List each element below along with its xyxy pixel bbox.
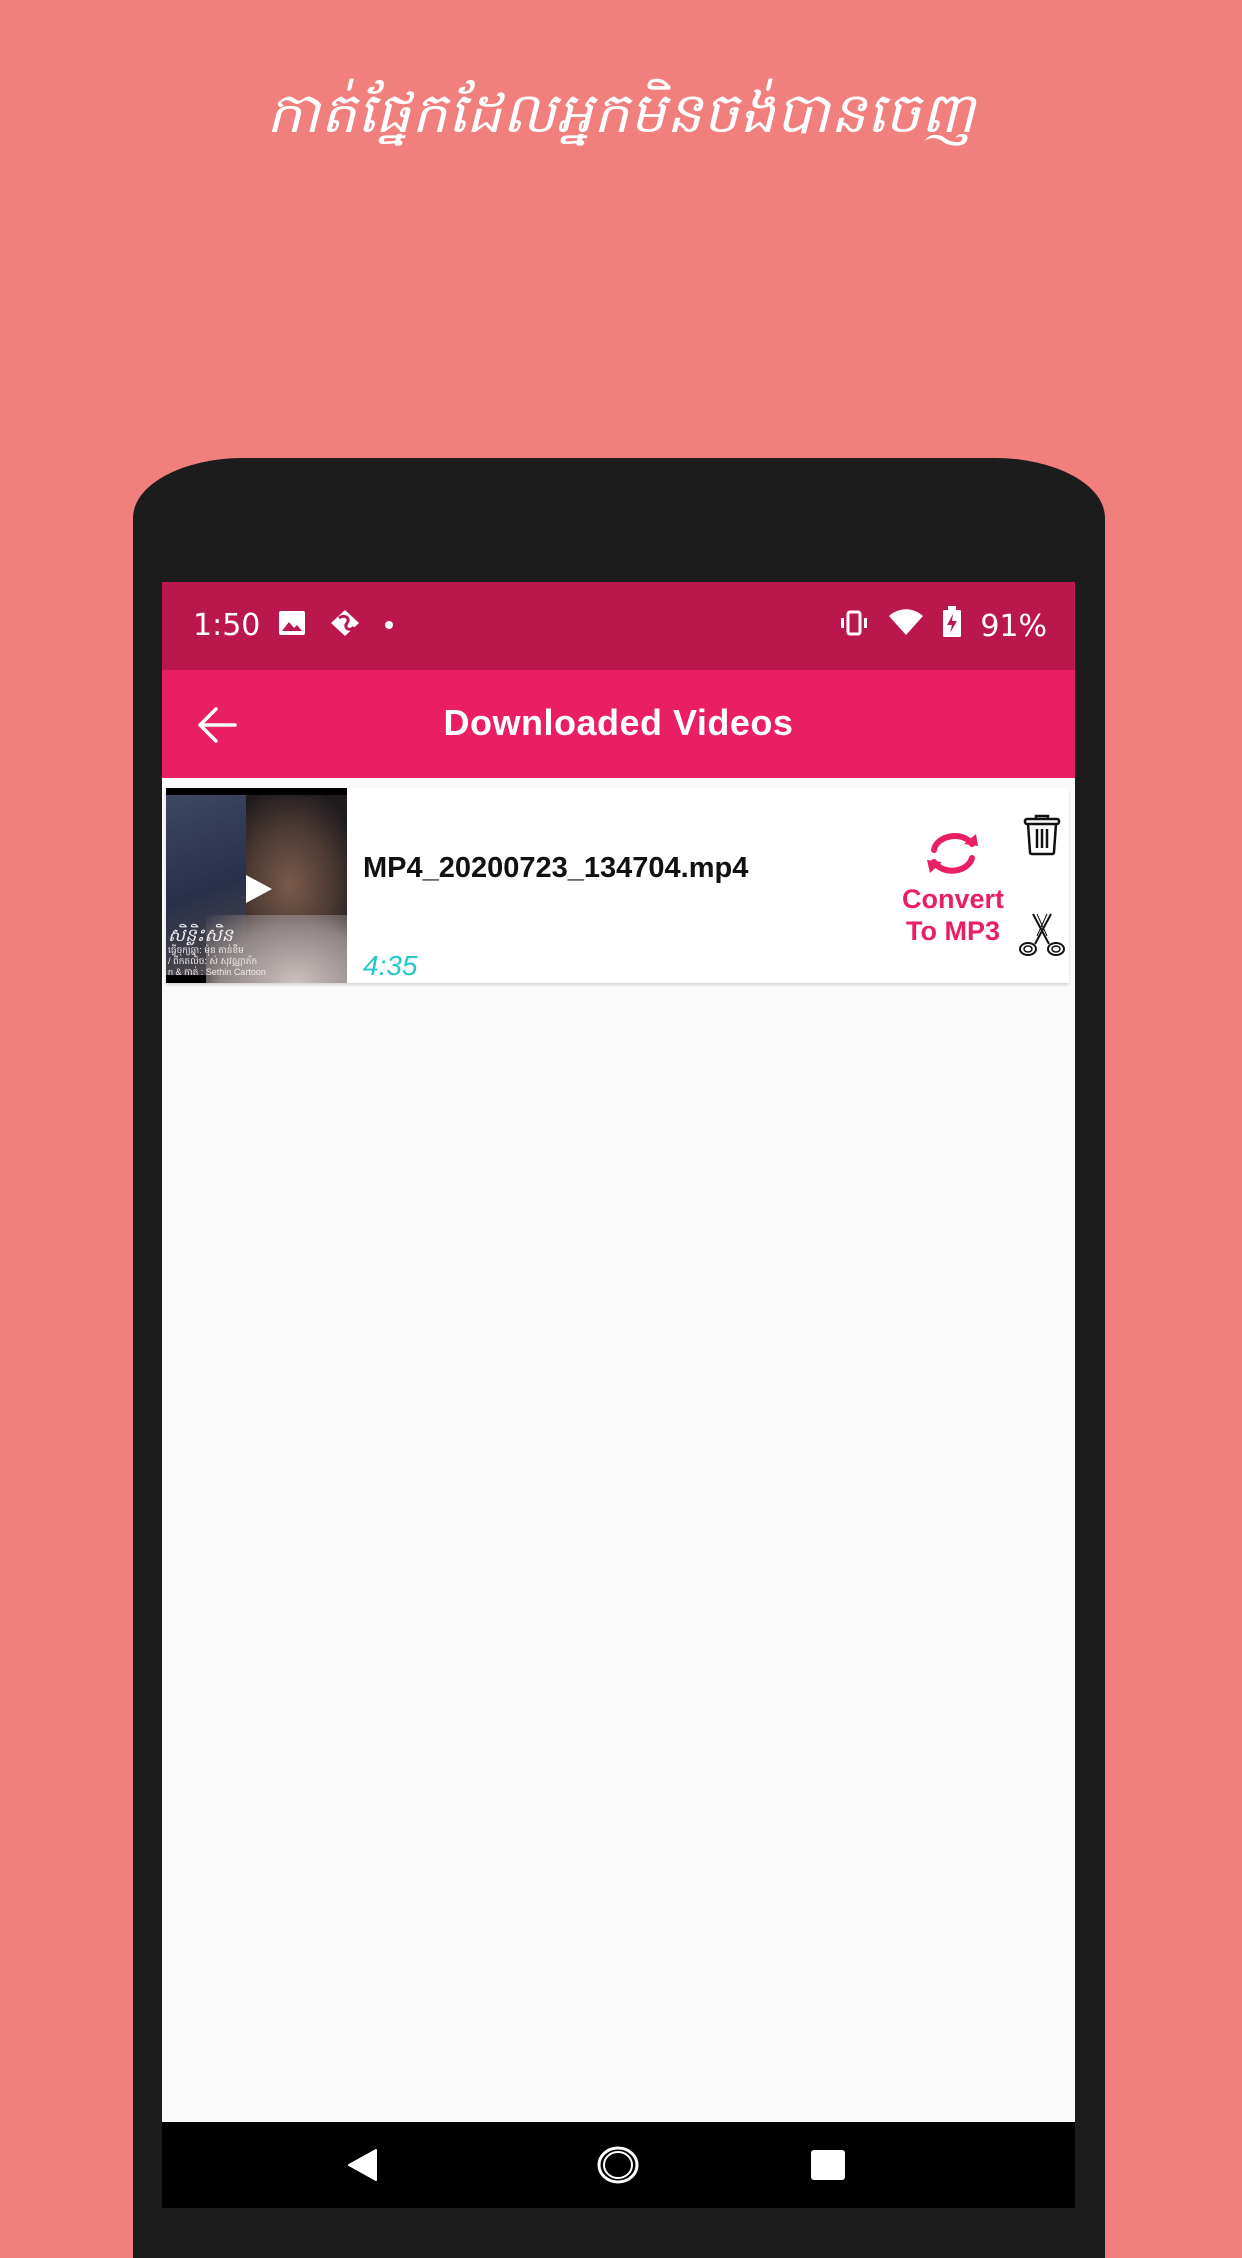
trash-icon bbox=[1023, 814, 1061, 856]
promo-headline: កាត់ផ្នែកដែលអ្នកមិនចង់បានចេញ bbox=[266, 81, 976, 146]
video-file-name: MP4_20200723_134704.mp4 bbox=[363, 852, 749, 884]
wifi-icon bbox=[888, 608, 924, 644]
convert-to-mp3-button[interactable]: Convert To MP3 bbox=[888, 828, 1018, 947]
app-notification-icon bbox=[328, 608, 362, 643]
nav-back-button[interactable] bbox=[346, 2148, 380, 2187]
image-icon bbox=[278, 610, 306, 641]
app-bar: Downloaded Videos bbox=[162, 670, 1075, 778]
play-icon[interactable] bbox=[244, 873, 274, 910]
dot-icon bbox=[384, 617, 394, 635]
status-right: 91% bbox=[838, 606, 1047, 646]
nav-home-button[interactable] bbox=[597, 2146, 639, 2189]
convert-label-line2: To MP3 bbox=[906, 916, 1000, 946]
page-title: Downloaded Videos bbox=[443, 702, 794, 743]
convert-label-line1: Convert bbox=[901, 884, 1004, 914]
phone-screen: 1:50 91% Downloaded Videos សិន្លិះសិន ធ្… bbox=[162, 582, 1075, 2208]
scissors-icon bbox=[1019, 913, 1065, 956]
thumbnail-caption-line: / ពីកតលិច: ស់ សុវណ្ណាភ័ក bbox=[168, 956, 258, 966]
convert-icon bbox=[927, 833, 978, 874]
thumbnail-caption-title: សិន្លិះសិន bbox=[168, 925, 234, 945]
video-duration: 4:35 bbox=[363, 950, 418, 981]
video-list-item[interactable]: សិន្លិះសិន ធ្វើចុក្យឆ្នា: ម៉ុន តាន់ខឹម /… bbox=[166, 788, 1069, 983]
battery-level: 91% bbox=[980, 608, 1047, 644]
thumbnail-caption-line: ធ្វើចុក្យឆ្នា: ម៉ុន តាន់ខឹម bbox=[168, 945, 244, 955]
thumbnail-caption: សិន្លិះសិន ធ្វើចុក្យឆ្នា: ម៉ុន តាន់ខឹម /… bbox=[168, 925, 266, 978]
trim-button[interactable] bbox=[1017, 912, 1067, 963]
video-thumbnail[interactable]: សិន្លិះសិន ធ្វើចុក្យឆ្នា: ម៉ុន តាន់ខឹម /… bbox=[166, 788, 347, 983]
thumbnail-caption-line: n & កាត់ : Sethin Cartoon bbox=[168, 967, 266, 977]
system-nav-bar bbox=[162, 2122, 1075, 2208]
nav-back-icon bbox=[348, 2149, 377, 2181]
battery-charging-icon bbox=[942, 606, 962, 646]
status-bar: 1:50 91% bbox=[162, 582, 1075, 670]
nav-home-icon bbox=[597, 2146, 639, 2184]
status-left-icons bbox=[278, 608, 394, 643]
status-time: 1:50 bbox=[193, 608, 261, 643]
phone-frame-top bbox=[133, 458, 1105, 578]
nav-recents-icon bbox=[811, 2150, 845, 2180]
nav-recents-button[interactable] bbox=[810, 2149, 846, 2186]
delete-button[interactable] bbox=[1023, 814, 1061, 861]
vibrate-icon bbox=[838, 609, 870, 644]
